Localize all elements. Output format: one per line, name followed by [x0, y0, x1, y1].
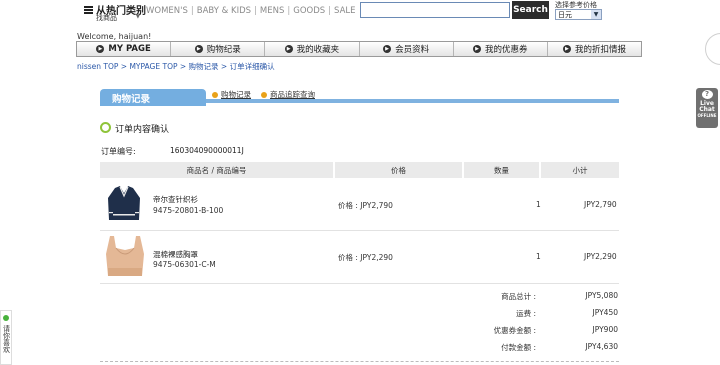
nav-favorites[interactable]: ▶ 我的收藏夹	[265, 42, 360, 56]
subtab-label: 购物记录	[221, 90, 251, 99]
nav-discounts[interactable]: ▶ 我的折扣情报	[548, 42, 641, 56]
summary-label: 优惠券金额 :	[493, 326, 536, 335]
arrow-right-icon: ▶	[562, 45, 571, 53]
subtab-tracking[interactable]: 商品追踪查询	[261, 89, 315, 100]
table-row: 帝尔查针织衫 9475-20801-B-100 价格 : JPY2,790 1 …	[100, 180, 619, 226]
row-divider	[100, 283, 619, 284]
nav-label: 我的收藏夹	[296, 45, 340, 55]
section-tab-purchase-history[interactable]: 购物记录	[100, 89, 206, 106]
breadcrumb[interactable]: nissen TOP > MYPAGE TOP > 购物记录 > 订单详细确认	[77, 61, 275, 72]
nav-link-goods[interactable]: GOODS	[293, 6, 325, 16]
product-image-knit-sweater[interactable]	[105, 184, 143, 222]
chat-line-3: OFFLINE	[697, 113, 717, 118]
nav-coupons[interactable]: ▶ 我的优惠券	[454, 42, 548, 56]
nav-link-sale[interactable]: SALE	[334, 6, 355, 16]
search-input[interactable]	[360, 2, 510, 18]
product-subtotal: JPY2,290	[584, 252, 617, 261]
summary-label: 商品总计 :	[501, 292, 536, 301]
bullet-icon	[212, 91, 218, 98]
live-chat-button[interactable]: ? Live Chat OFFLINE	[696, 88, 718, 128]
nav-link-womens[interactable]: WOMEN'S	[146, 6, 188, 16]
summary-label: 付款金额 :	[501, 343, 536, 352]
product-name[interactable]: 帝尔查针织衫	[153, 194, 198, 205]
nav-purchase-history[interactable]: ▶ 购物纪录	[171, 42, 266, 56]
order-number: 160304090000011J	[170, 146, 244, 155]
nav-separator: |	[287, 6, 291, 16]
currency-value: 日元	[558, 10, 572, 19]
col-header-price: 价格	[335, 162, 462, 178]
menu-icon[interactable]	[84, 6, 93, 14]
product-price: 价格 : JPY2,290	[338, 253, 393, 262]
product-price: 价格 : JPY2,790	[338, 201, 393, 210]
arrow-right-icon: ▶	[194, 45, 203, 53]
summary-label: 运费 :	[516, 309, 536, 318]
chevron-down-icon[interactable]: ▼	[591, 10, 601, 19]
product-code: 9475-06301-C-M	[153, 260, 216, 269]
summary-value: JPY4,630	[585, 342, 618, 351]
arrow-right-icon: ▶	[284, 45, 293, 53]
nav-label: 我的优惠券	[485, 45, 528, 55]
product-qty: 1	[536, 252, 541, 261]
nav-mypage[interactable]: ▶ MY PAGE	[77, 42, 172, 56]
nav-link-mens[interactable]: MENS	[260, 6, 284, 16]
col-header-subtotal: 小计	[541, 162, 619, 178]
subtab-label: 商品追踪查询	[270, 90, 315, 99]
category-subtitle[interactable]: 找商品	[96, 13, 117, 23]
status-dot-icon	[3, 315, 9, 321]
summary-value: JPY900	[592, 325, 618, 334]
bottom-divider	[100, 361, 619, 362]
mypage-navbar: ▶ MY PAGE ▶ 购物纪录 ▶ 我的收藏夹 ▶ 会员资料 ▶ 我的优惠券 ▶ 我的折扣…	[76, 41, 642, 57]
order-number-label: 订单编号:	[101, 147, 136, 156]
nav-link-baby-kids[interactable]: BABY & KIDS	[197, 6, 251, 16]
arrow-right-icon: ▶	[473, 45, 482, 53]
product-image-bra[interactable]	[102, 234, 148, 278]
product-qty: 1	[536, 200, 541, 209]
subtab-purchase-history[interactable]: 购物记录	[212, 89, 251, 100]
nav-label: 会员资料	[395, 45, 430, 55]
table-header: 商品名 / 商品编号 价格 数量 小计	[100, 162, 619, 178]
col-header-product: 商品名 / 商品编号	[100, 162, 333, 178]
bullet-icon	[261, 91, 267, 98]
feedback-widget[interactable]: 请你喜欢	[0, 310, 12, 365]
product-code: 9475-20801-B-100	[153, 206, 224, 215]
feedback-label: 请你喜欢	[2, 325, 11, 353]
nav-separator: |	[328, 6, 332, 16]
scroll-top-circle[interactable]	[705, 33, 720, 65]
ring-icon	[100, 122, 111, 133]
nav-member-info[interactable]: ▶ 会员资料	[360, 42, 454, 56]
summary-value: JPY450	[592, 308, 618, 317]
summary-value: JPY5,080	[585, 291, 618, 300]
nav-label: 购物纪录	[206, 45, 241, 55]
currency-select[interactable]: 日元 ▼	[555, 9, 602, 20]
arrow-right-icon: ▶	[383, 45, 392, 53]
section-title: 订单内容确认	[115, 125, 170, 135]
chevron-down-icon[interactable]: ▼	[136, 14, 140, 20]
product-subtotal: JPY2,790	[584, 200, 617, 209]
table-row: 混棉裸感胸罩 9475-06301-C-M 价格 : JPY2,290 1 JP…	[100, 232, 619, 278]
col-header-qty: 数量	[464, 162, 539, 178]
search-button[interactable]: Search	[512, 1, 549, 19]
nav-separator: |	[254, 6, 257, 16]
nav-label: MY PAGE	[108, 44, 151, 54]
chat-bubble-icon: ?	[701, 90, 713, 99]
product-name[interactable]: 混棉裸感胸罩	[153, 249, 198, 260]
row-divider	[100, 230, 619, 231]
top-nav: WOMEN'S | BABY & KIDS | MENS | GOODS | SALE	[146, 6, 356, 16]
welcome-text: Welcome, haijuan!	[77, 32, 152, 41]
nav-label: 我的折扣情报	[574, 45, 626, 55]
nav-separator: |	[190, 6, 194, 16]
arrow-right-icon: ▶	[96, 45, 105, 53]
